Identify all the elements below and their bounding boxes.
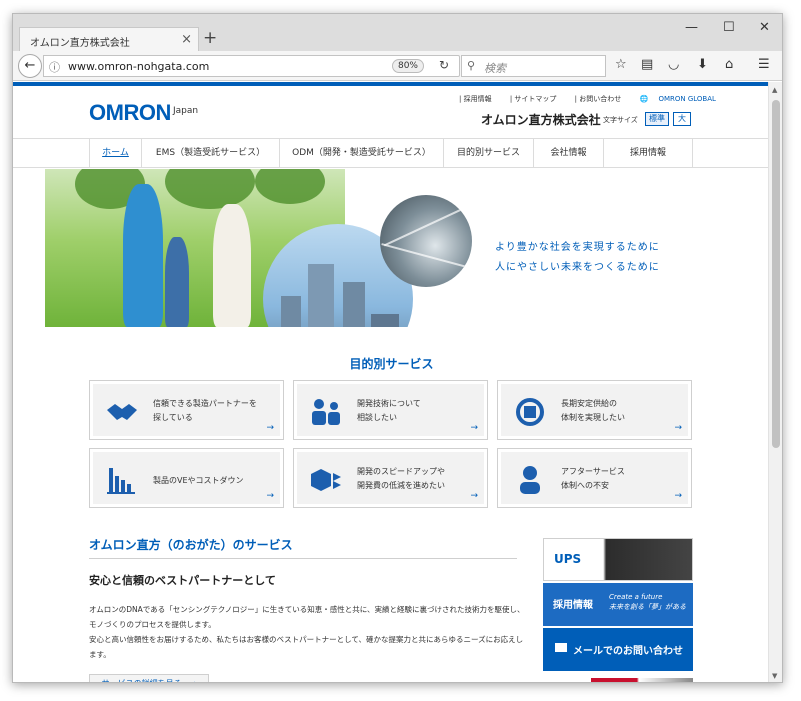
url-bar[interactable]: ⓘ www.omron-nohgata.com 80% ↻ [43, 55, 460, 77]
support-person-icon [520, 466, 540, 494]
iso-certification-logo [591, 678, 693, 682]
search-input[interactable]: ⚲ 検索 [461, 55, 606, 77]
brand-top-line [13, 82, 770, 86]
utility-links: | 採用情報 | サイトマップ | お問い合わせ 🌐 OMRON GLOBAL [459, 94, 732, 104]
browser-window: オムロン直方株式会社 × + — ☐ ✕ ← ⓘ www.omron-nohga… [12, 13, 783, 683]
minimize-icon[interactable]: — [685, 20, 698, 35]
hero-tagline: より豊かな社会を実現するために 人にやさしい未来をつくるために [495, 238, 660, 278]
services-paragraph-2: 安心と高い信頼性をお届けするため、私たちはお客様のベストパートナーとして、確かな… [89, 635, 524, 659]
recruit-banner[interactable]: 採用情報 Create a future 未来を創る「夢」がある [543, 583, 693, 626]
purpose-card-aftersales[interactable]: アフターサービス 体制への不安 → [497, 448, 692, 508]
scroll-up-icon[interactable]: ▲ [772, 86, 777, 94]
tab-strip: オムロン直方株式会社 × + — ☐ ✕ [13, 14, 782, 51]
hero-image [45, 169, 475, 327]
services-divider [89, 558, 517, 559]
utility-link-contact[interactable]: | お問い合わせ [575, 95, 630, 103]
ups-banner[interactable]: UPS [543, 538, 693, 581]
contact-label: メールでのお問い合わせ [573, 646, 683, 657]
global-link[interactable]: 🌐 OMRON GLOBAL [639, 95, 723, 103]
omron-logo[interactable]: OMRON [89, 100, 171, 126]
purpose-section-title: 目的別サービス [349, 357, 434, 371]
mail-icon [555, 643, 567, 652]
reading-list-icon[interactable]: ▤ [641, 57, 653, 72]
logo-region: Japan [173, 106, 199, 116]
nav-ems[interactable]: EMS（製造受託サービス） [141, 139, 279, 168]
nav-odm[interactable]: ODM（開発・製造受託サービス） [279, 139, 443, 168]
tagline-line-2: 人にやさしい未来をつくるために [495, 262, 660, 273]
ups-label: UPS [554, 552, 582, 566]
tab-title: オムロン直方株式会社 [30, 38, 130, 49]
pocket-icon[interactable]: ◡ [668, 57, 679, 72]
back-arrow-icon: ← [24, 58, 36, 73]
services-body: オムロンのDNAである「センシングテクノロジー」に生きている知恵・感性と共に、実… [89, 602, 529, 662]
arrow-icon: → [470, 491, 478, 501]
maximize-icon[interactable]: ☐ [723, 20, 735, 35]
zoom-indicator[interactable]: 80% [392, 59, 424, 73]
scroll-down-icon[interactable]: ▼ [772, 672, 777, 680]
browser-toolbar: ← ⓘ www.omron-nohgata.com 80% ↻ ⚲ 検索 ☆ ▤… [13, 51, 782, 81]
new-tab-button[interactable]: + [203, 28, 217, 48]
info-icon[interactable]: ⓘ [49, 59, 60, 75]
cycle-icon [516, 398, 544, 426]
tagline-line-1: より豊かな社会を実現するために [495, 242, 660, 253]
reload-icon[interactable]: ↻ [439, 58, 449, 72]
services-subtitle: 安心と信頼のベストパートナーとして [89, 574, 276, 587]
utility-link-sitemap[interactable]: | サイトマップ [510, 95, 565, 103]
speed-cubes-icon [311, 469, 341, 491]
nav-home[interactable]: ホーム [89, 139, 141, 168]
global-nav: ホーム EMS（製造受託サービス） ODM（開発・製造受託サービス） 目的別サー… [13, 138, 770, 168]
purpose-card-costdown[interactable]: 製品のVEやコストダウン → [89, 448, 284, 508]
purpose-card-speedup[interactable]: 開発のスピードアップや 開発費の低減を進めたい → [293, 448, 488, 508]
window-close-icon[interactable]: ✕ [759, 20, 770, 35]
utility-link-recruit[interactable]: | 採用情報 [459, 95, 500, 103]
arrow-icon: → [470, 423, 478, 433]
url-text: www.omron-nohgata.com [68, 60, 210, 73]
arrow-icon: → [674, 423, 682, 433]
email-contact-banner[interactable]: メールでのお問い合わせ [543, 628, 693, 671]
nav-company[interactable]: 会社情報 [533, 139, 603, 168]
font-size-normal-button[interactable]: 標準 [645, 112, 669, 126]
search-placeholder: 検索 [484, 62, 506, 75]
services-paragraph-1: オムロンのDNAである「センシングテクノロジー」に生きている知恵・感性と共に、実… [89, 605, 525, 629]
back-button[interactable]: ← [18, 54, 42, 78]
arrow-icon: → [266, 491, 274, 501]
handshake-icon [107, 404, 137, 420]
recruit-tagline: Create a future 未来を創る「夢」がある [609, 593, 686, 611]
train-photo [380, 195, 472, 287]
nav-recruit[interactable]: 採用情報 [603, 139, 693, 168]
close-tab-icon[interactable]: × [181, 32, 192, 47]
home-icon[interactable]: ⌂ [725, 57, 733, 72]
recruit-label: 採用情報 [553, 600, 593, 611]
company-name: オムロン直方株式会社 [481, 113, 601, 127]
services-detail-button[interactable]: サービスの詳細を見る → [89, 674, 209, 682]
services-title: オムロン直方（のおがた）のサービス [89, 538, 293, 552]
font-size-large-button[interactable]: 大 [673, 112, 691, 126]
purpose-card-supply[interactable]: 長期安定供給の 体制を実現したい → [497, 380, 692, 440]
nav-purpose[interactable]: 目的別サービス [443, 139, 533, 168]
scroll-thumb[interactable] [772, 100, 780, 448]
purpose-card-consult[interactable]: 開発技術について 相談したい → [293, 380, 488, 440]
consultation-icon [312, 399, 340, 425]
search-icon: ⚲ [467, 59, 476, 72]
globe-icon: 🌐 [639, 95, 649, 103]
arrow-icon: → [674, 491, 682, 501]
web-page: OMRON Japan | 採用情報 | サイトマップ | お問い合わせ 🌐 O… [13, 82, 770, 682]
font-size-label: 文字サイズ [603, 116, 638, 124]
purpose-card-partner[interactable]: 信頼できる製造パートナーを 探している → [89, 380, 284, 440]
bookmark-star-icon[interactable]: ☆ [615, 57, 627, 72]
browser-tab[interactable]: オムロン直方株式会社 × [19, 27, 199, 51]
menu-icon[interactable]: ☰ [758, 57, 770, 72]
download-icon[interactable]: ⬇ [697, 57, 708, 72]
arrow-icon: → [266, 423, 274, 433]
cost-chart-icon [107, 468, 135, 494]
page-scrollbar[interactable]: ▲ ▼ [768, 82, 782, 682]
